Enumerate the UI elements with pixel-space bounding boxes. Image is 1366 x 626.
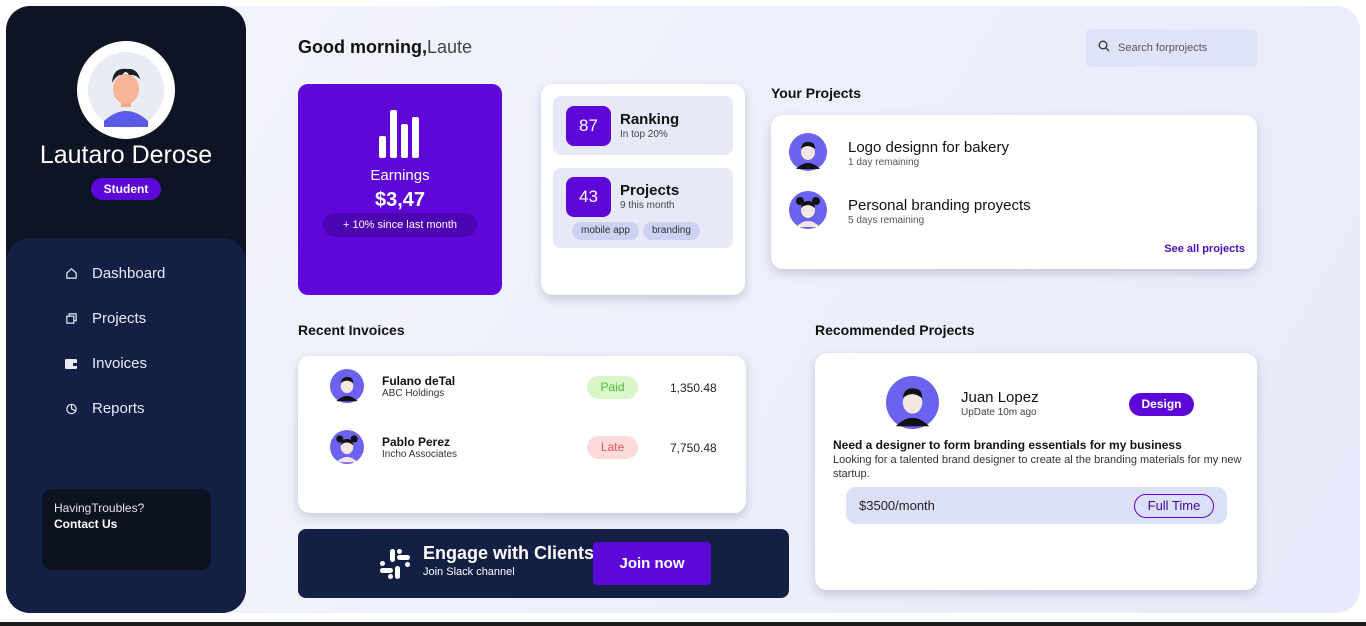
sidebar-item-reports[interactable]: Reports [64,393,145,423]
recommender-name: Juan Lopez [961,389,1039,406]
contact-us-link[interactable]: Contact Us [54,517,199,531]
earnings-value: $3,47 [374,189,426,211]
projects-stat[interactable]: 43 Projects 9 this month mobile app bran… [553,168,733,248]
invoice-amount: 1,350.48 [670,381,717,395]
sidebar-item-label: Projects [92,309,147,327]
copy-icon [64,311,78,325]
project-remaining: 1 day remaining [848,157,920,168]
home-icon [64,266,78,280]
slack-banner: Engage with Clients Join Slack channel J… [298,529,789,598]
project-title[interactable]: Logo designn for bakery [848,139,1009,156]
project-remaining: 5 days remaining [848,215,925,226]
recommender-updated: UpDate 10m ago [961,407,1037,418]
see-all-projects-link[interactable]: See all projects [1164,243,1245,255]
search-icon [1098,39,1110,57]
greeting-text: Good morning, [298,37,427,57]
project-avatar [789,133,827,171]
ranking-subtitle: In top 20% [620,129,668,140]
help-text: HavingTroubles? [54,501,145,515]
project-headline: Need a designer to form branding essenti… [833,438,1182,452]
tag-chip[interactable]: mobile app [572,222,639,240]
category-badge: Design [1129,393,1194,416]
sidebar-item-invoices[interactable]: Invoices [64,348,147,378]
sidebar-item-dashboard[interactable]: Dashboard [64,258,165,288]
project-description: Looking for a talented brand designer to… [833,454,1242,480]
wallet-icon [64,356,78,370]
recommended-project-card[interactable]: Juan Lopez UpDate 10m ago Design Need a … [815,353,1257,590]
tag-chip[interactable]: branding [643,222,700,240]
projects-title: Projects [620,182,680,199]
project-terms: $3500/month Full Time [846,487,1227,524]
status-badge: Late [587,436,638,459]
status-badge: Paid [587,376,638,399]
join-now-button[interactable]: Join now [593,542,711,585]
recommended-projects-title: Recommended Projects [815,322,975,338]
your-projects-card: Logo designn for bakery 1 day remaining … [771,115,1257,269]
slack-icon [380,549,410,579]
project-title[interactable]: Personal branding proyects [848,197,1031,214]
recent-invoices-title: Recent Invoices [298,322,405,338]
ranking-number: 87 [566,106,611,146]
search-bar[interactable] [1086,29,1257,67]
project-price: $3500/month [859,498,935,513]
ranking-title: Ranking [620,111,680,128]
earnings-card: Earnings $3,47 + 10% since last month [298,84,502,295]
sidebar: Lautaro Derose Student Dashboard Project… [6,6,246,613]
earnings-title: Earnings [370,167,430,184]
employment-type-badge[interactable]: Full Time [1134,494,1214,518]
pie-chart-icon [64,401,78,415]
client-name: Fulano deTal [382,374,456,388]
greeting-name: Laute [426,37,473,57]
client-company: Incho Associates [382,449,458,460]
search-input[interactable] [1118,42,1248,54]
sidebar-item-label: Reports [92,399,145,417]
client-name: Pablo Perez [382,435,451,449]
client-company: ABC Holdings [382,388,445,399]
page-title: Good morning,Laute [298,37,472,58]
sidebar-item-label: Dashboard [92,264,166,282]
projects-subtitle: 9 this month [620,200,675,211]
project-avatar [789,191,827,229]
sidebar-item-label: Invoices [92,354,148,372]
slack-subtitle: Join Slack channel [423,566,515,578]
slack-title: Engage with Clients [423,543,595,563]
help-box[interactable]: HavingTroubles? Contact Us [42,489,211,570]
client-avatar [330,369,364,403]
stats-card: 87 Ranking In top 20% 43 Projects 9 this… [541,84,745,295]
window-bottom-edge [0,622,1366,626]
earnings-change: + 10% since last month [323,213,477,237]
role-badge: Student [91,178,161,200]
client-avatar [330,430,364,464]
recommender-avatar [886,376,939,429]
invoice-amount: 7,750.48 [670,441,717,455]
user-name: Lautaro Derose [39,141,213,169]
projects-number: 43 [566,177,611,217]
bar-chart-icon [379,110,419,158]
your-projects-title: Your Projects [771,85,861,101]
sidebar-item-projects[interactable]: Projects [64,303,146,333]
ranking-stat[interactable]: 87 Ranking In top 20% [553,96,733,155]
invoices-card: Fulano deTal ABC Holdings Paid 1,350.48 … [298,356,746,513]
user-avatar[interactable] [77,41,175,139]
